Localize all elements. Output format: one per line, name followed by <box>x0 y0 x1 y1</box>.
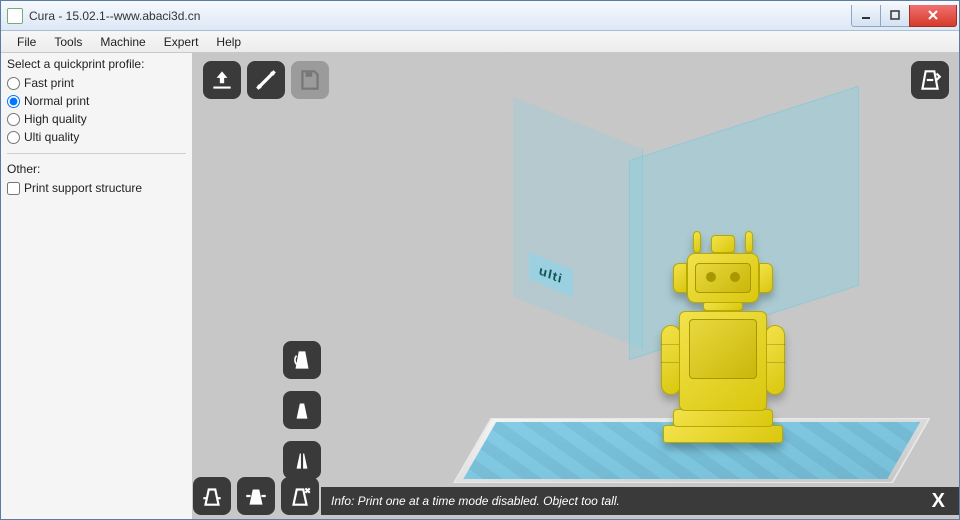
robot-ear-left <box>673 263 687 293</box>
viewport-3d[interactable]: ulti <box>193 53 959 519</box>
toolbar-top-left <box>203 61 329 99</box>
support-structure[interactable]: Print support structure <box>7 180 186 196</box>
profile-normal-label: Normal print <box>24 94 89 108</box>
profile-fast-label: Fast print <box>24 76 74 90</box>
robot-arm-left <box>661 325 681 395</box>
maximize-icon <box>889 9 901 21</box>
profile-fast-radio[interactable] <box>7 77 20 90</box>
profile-high-radio[interactable] <box>7 113 20 126</box>
reset-transform-icon <box>243 483 269 509</box>
robot-face <box>695 263 751 293</box>
app-window: Cura - 15.02.1--www.abaci3d.cn File Tool… <box>0 0 960 520</box>
menu-expert[interactable]: Expert <box>156 33 207 51</box>
toolbar-left-stack <box>283 341 321 479</box>
load-model-button[interactable] <box>203 61 241 99</box>
reset-transform-button[interactable] <box>237 477 275 515</box>
robot-antenna-left <box>693 231 701 253</box>
minimize-button[interactable] <box>851 5 881 27</box>
profile-normal-radio[interactable] <box>7 95 20 108</box>
mirror-icon <box>289 447 315 473</box>
scale-button[interactable] <box>283 391 321 429</box>
robot-base-upper <box>673 409 773 427</box>
model-robot[interactable] <box>643 173 813 443</box>
close-button[interactable] <box>909 5 957 27</box>
rotate-button[interactable] <box>283 341 321 379</box>
menu-machine[interactable]: Machine <box>92 33 153 51</box>
robot-base <box>663 425 783 443</box>
robot-chest <box>689 319 757 379</box>
menu-file[interactable]: File <box>9 33 44 51</box>
load-model-icon <box>209 67 235 93</box>
support-label: Print support structure <box>24 181 142 195</box>
info-close-button[interactable]: X <box>928 490 949 513</box>
menubar: File Tools Machine Expert Help <box>1 31 959 53</box>
app-body: Select a quickprint profile: Fast print … <box>1 53 959 519</box>
sidebar: Select a quickprint profile: Fast print … <box>1 53 193 519</box>
toolbar-top-right <box>911 61 949 99</box>
robot-antenna-right <box>745 231 753 253</box>
robot-eye-right <box>730 272 740 282</box>
robot-eye-left <box>706 272 716 282</box>
profile-high-label: High quality <box>24 112 87 126</box>
profile-fast[interactable]: Fast print <box>7 75 186 91</box>
info-message: Info: Print one at a time mode disabled.… <box>331 494 928 508</box>
maximize-button[interactable] <box>880 5 910 27</box>
robot-ear-right <box>759 263 773 293</box>
profile-ulti-label: Ulti quality <box>24 130 79 144</box>
view-mode-icon <box>917 67 943 93</box>
mirror-button[interactable] <box>283 441 321 479</box>
minimize-icon <box>860 9 872 21</box>
robot-antenna-box <box>711 235 735 253</box>
slice-settings-icon <box>253 67 279 93</box>
layflat-icon <box>199 483 225 509</box>
profile-ulti-radio[interactable] <box>7 131 20 144</box>
scene[interactable]: ulti <box>453 143 893 483</box>
rotate-icon <box>289 347 315 373</box>
info-bar: Info: Print one at a time mode disabled.… <box>321 487 959 515</box>
titlebar[interactable]: Cura - 15.02.1--www.abaci3d.cn <box>1 1 959 31</box>
menu-tools[interactable]: Tools <box>46 33 90 51</box>
save-icon <box>297 67 323 93</box>
window-buttons <box>852 5 957 27</box>
profile-ulti[interactable]: Ulti quality <box>7 129 186 145</box>
close-icon <box>926 8 940 22</box>
profile-heading: Select a quickprint profile: <box>7 57 186 71</box>
multiply-icon <box>287 483 313 509</box>
layflat-button[interactable] <box>193 477 231 515</box>
app-icon <box>7 8 23 24</box>
support-checkbox[interactable] <box>7 182 20 195</box>
slice-settings-button[interactable] <box>247 61 285 99</box>
profile-normal[interactable]: Normal print <box>7 93 186 109</box>
scale-icon <box>289 397 315 423</box>
save-button <box>291 61 329 99</box>
menu-help[interactable]: Help <box>208 33 249 51</box>
other-heading: Other: <box>7 162 186 176</box>
build-volume-wall-left <box>513 97 643 350</box>
window-title: Cura - 15.02.1--www.abaci3d.cn <box>29 9 852 23</box>
sidebar-separator <box>7 153 186 154</box>
profile-high[interactable]: High quality <box>7 111 186 127</box>
toolbar-bottom-row <box>193 477 319 515</box>
view-mode-button[interactable] <box>911 61 949 99</box>
multiply-button[interactable] <box>281 477 319 515</box>
robot-arm-right <box>765 325 785 395</box>
